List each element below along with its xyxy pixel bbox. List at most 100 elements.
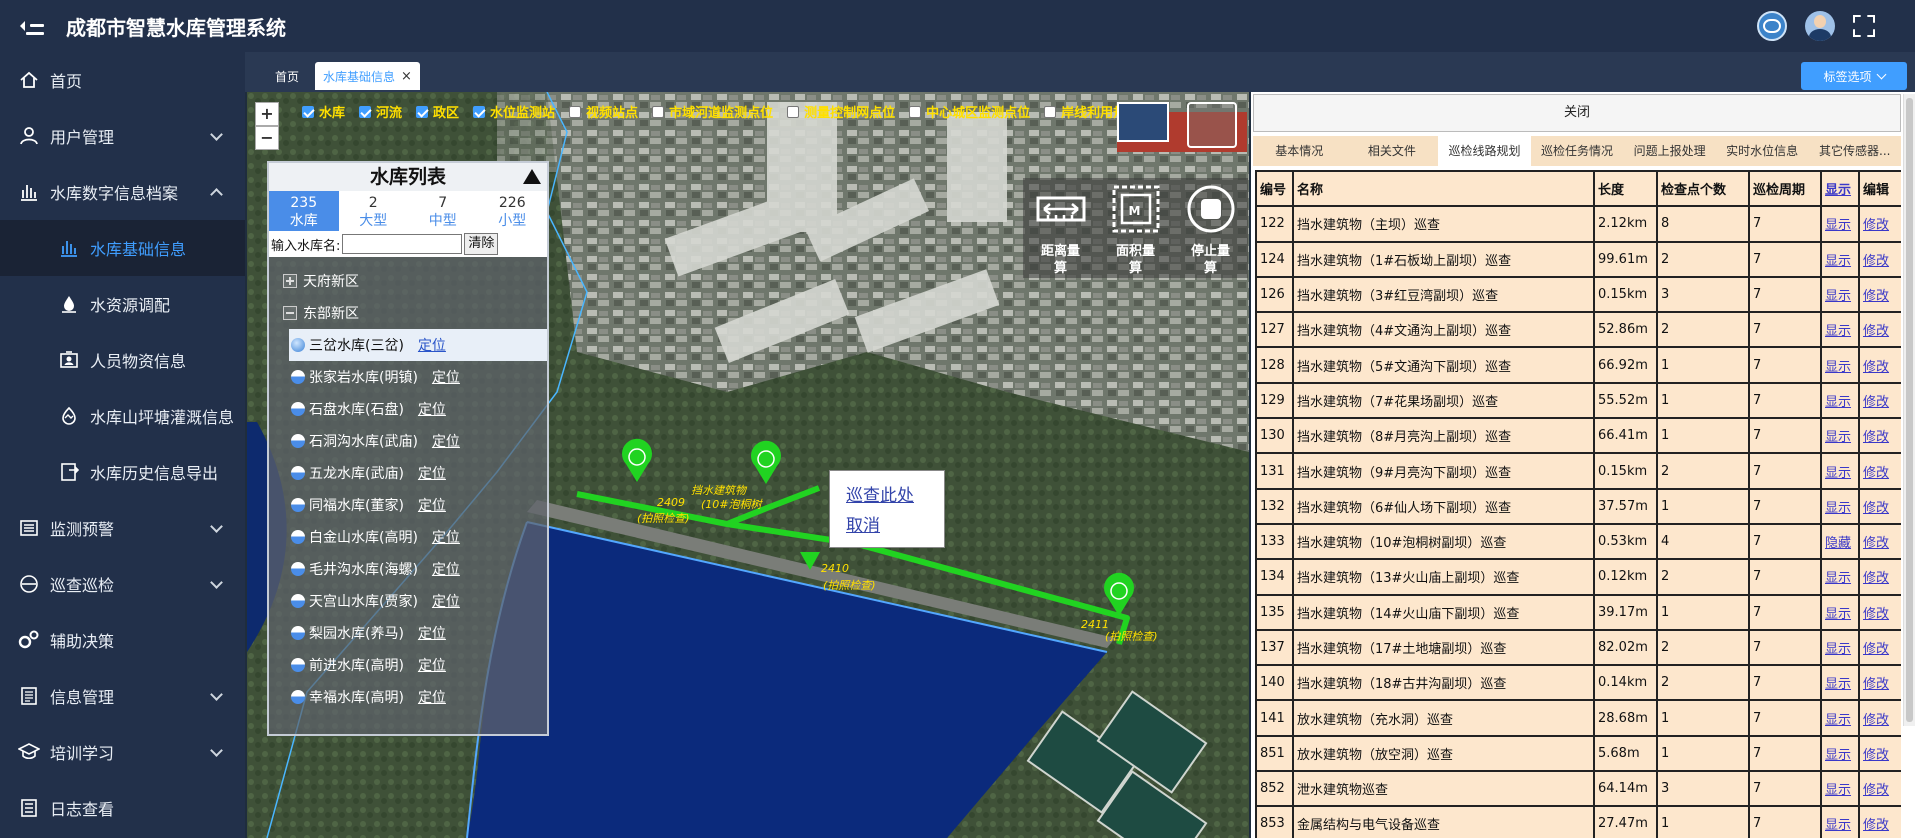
show-link[interactable]: 显示 [1825,713,1851,728]
show-link[interactable]: 显示 [1825,818,1851,833]
checkbox[interactable] [359,105,372,118]
reservoir-item[interactable]: 石盘水库(石盘) 定位 [269,393,547,425]
reservoir-item[interactable]: 梨园水库(养马) 定位 [269,617,547,649]
show-link[interactable]: 显示 [1825,748,1851,763]
locate-link[interactable]: 定位 [432,431,460,451]
checkbox[interactable] [302,105,314,118]
checkbox[interactable] [1044,105,1057,118]
edit-link[interactable]: 修改 [1863,466,1889,481]
stat-medium[interactable]: 7 中型 [408,191,478,231]
water-logo-icon[interactable] [1757,11,1787,41]
basemap-switcher[interactable] [1117,102,1169,142]
reservoir-item[interactable]: 同福水库(董家) 定位 [269,489,547,521]
locate-link[interactable]: 定位 [418,687,446,707]
expand-plus-icon[interactable] [283,274,297,288]
edit-link[interactable]: 修改 [1863,289,1889,304]
locate-link[interactable]: 定位 [418,655,446,675]
fullscreen-icon[interactable] [1853,15,1875,37]
locate-link[interactable]: 定位 [418,335,446,355]
edit-link[interactable]: 修改 [1863,571,1889,586]
layer-toggle[interactable]: 中心城区监测点位 [909,102,1030,121]
layer-toggle[interactable]: 河流 [359,102,402,121]
zoom-in-button[interactable]: + [255,102,279,126]
reservoir-item[interactable]: 毛井沟水库(海螺) 定位 [269,553,547,585]
sidebar-item-training[interactable]: 培训学习 [0,724,245,780]
show-link[interactable]: 显示 [1825,430,1851,445]
locate-link[interactable]: 定位 [432,367,460,387]
edit-link[interactable]: 修改 [1863,677,1889,692]
edit-link[interactable]: 修改 [1863,324,1889,339]
locate-link[interactable]: 定位 [418,399,446,419]
close-panel-button[interactable]: 关闭 [1253,94,1901,132]
collapse-triangle-icon[interactable] [523,169,541,184]
layer-toggle[interactable]: 市域河道监测点位 [652,102,773,121]
show-link[interactable]: 显示 [1825,501,1851,516]
reservoir-item[interactable]: 白金山水库(高明) 定位 [269,521,547,553]
edit-link[interactable]: 修改 [1863,501,1889,516]
show-link[interactable]: 显示 [1825,783,1851,798]
sidebar-item-user-management[interactable]: 用户管理 [0,108,245,164]
show-link[interactable]: 显示 [1825,466,1851,481]
checkbox[interactable] [569,105,582,118]
tab-home[interactable]: 首页 [267,62,307,90]
edit-link[interactable]: 修改 [1863,818,1889,833]
panel-scrollbar[interactable] [1903,94,1915,726]
reservoir-item[interactable]: 前进水库(高明) 定位 [269,649,547,681]
locate-link[interactable]: 定位 [418,495,446,515]
show-link[interactable]: 显示 [1825,395,1851,410]
layer-toggle[interactable]: 政区 [416,102,459,121]
tab-route-planning[interactable]: 巡检线路规划 [1438,136,1531,166]
sidebar-item-history-export[interactable]: 水库历史信息导出 [0,444,245,500]
sidebar-item-decision-support[interactable]: 辅助决策 [0,612,245,668]
show-link[interactable]: 显示 [1825,642,1851,657]
tab-reservoir-basic-info[interactable]: 水库基础信息 × [315,62,420,90]
show-link[interactable]: 隐藏 [1825,536,1851,551]
distance-measure-button[interactable]: 距离量算 [1030,184,1092,278]
show-link[interactable]: 显示 [1825,360,1851,375]
checkbox[interactable] [473,105,486,118]
show-link[interactable]: 显示 [1825,289,1851,304]
clear-button[interactable]: 清除 [464,233,499,255]
checkbox[interactable] [909,105,922,118]
show-link[interactable]: 显示 [1825,607,1851,622]
layer-toggle[interactable]: 测量控制网点位 [787,102,895,121]
sidebar-item-info-management[interactable]: 信息管理 [0,668,245,724]
reservoir-item[interactable]: 幸福水库(高明) 定位 [269,681,547,713]
locate-link[interactable]: 定位 [418,463,446,483]
stat-small[interactable]: 226 小型 [478,191,548,231]
sidebar-item-water-allocation[interactable]: 水资源调配 [0,276,245,332]
reservoir-item[interactable]: 石洞沟水库(武庙) 定位 [269,425,547,457]
sidebar-item-personnel-materials[interactable]: 人员物资信息 [0,332,245,388]
edit-link[interactable]: 修改 [1863,254,1889,269]
stop-measure-mini-icon[interactable] [1187,102,1237,148]
sidebar-item-home[interactable]: 首页 [0,52,245,108]
show-link[interactable]: 显示 [1825,254,1851,269]
locate-link[interactable]: 定位 [432,559,460,579]
reservoir-item[interactable]: 天宫山水库(贾家) 定位 [269,585,547,617]
tab-basic-info[interactable]: 基本情况 [1253,136,1346,166]
checkbox[interactable] [787,105,800,118]
edit-link[interactable]: 修改 [1863,748,1889,763]
sidebar-item-log-view[interactable]: 日志查看 [0,780,245,836]
edit-link[interactable]: 修改 [1863,395,1889,410]
stat-all[interactable]: 235 水库 [269,191,339,231]
locate-link[interactable]: 定位 [432,591,460,611]
edit-link[interactable]: 修改 [1863,713,1889,728]
stop-measure-button[interactable]: 停止量算 [1180,184,1242,278]
tab-task-status[interactable]: 巡检任务情况 [1531,136,1624,166]
show-link[interactable]: 显示 [1825,218,1851,233]
layer-toggle[interactable]: 视频站点 [569,102,638,121]
edit-link[interactable]: 修改 [1863,360,1889,375]
inspect-here-link[interactable]: 巡查此处 [846,481,928,511]
edit-link[interactable]: 修改 [1863,218,1889,233]
menu-toggle-icon[interactable] [20,14,46,38]
zoom-out-button[interactable]: − [255,126,279,150]
tree-group-dongbu[interactable]: 东部新区 [269,297,547,329]
stat-large[interactable]: 2 大型 [339,191,409,231]
edit-link[interactable]: 修改 [1863,430,1889,445]
tab-other-sensors[interactable]: 其它传感器... [1808,136,1901,166]
area-measure-button[interactable]: M 面积量算 [1105,184,1167,278]
col-show[interactable]: 显示 [1820,170,1860,208]
close-tab-icon[interactable]: × [401,69,412,84]
collapse-minus-icon[interactable] [283,306,297,320]
